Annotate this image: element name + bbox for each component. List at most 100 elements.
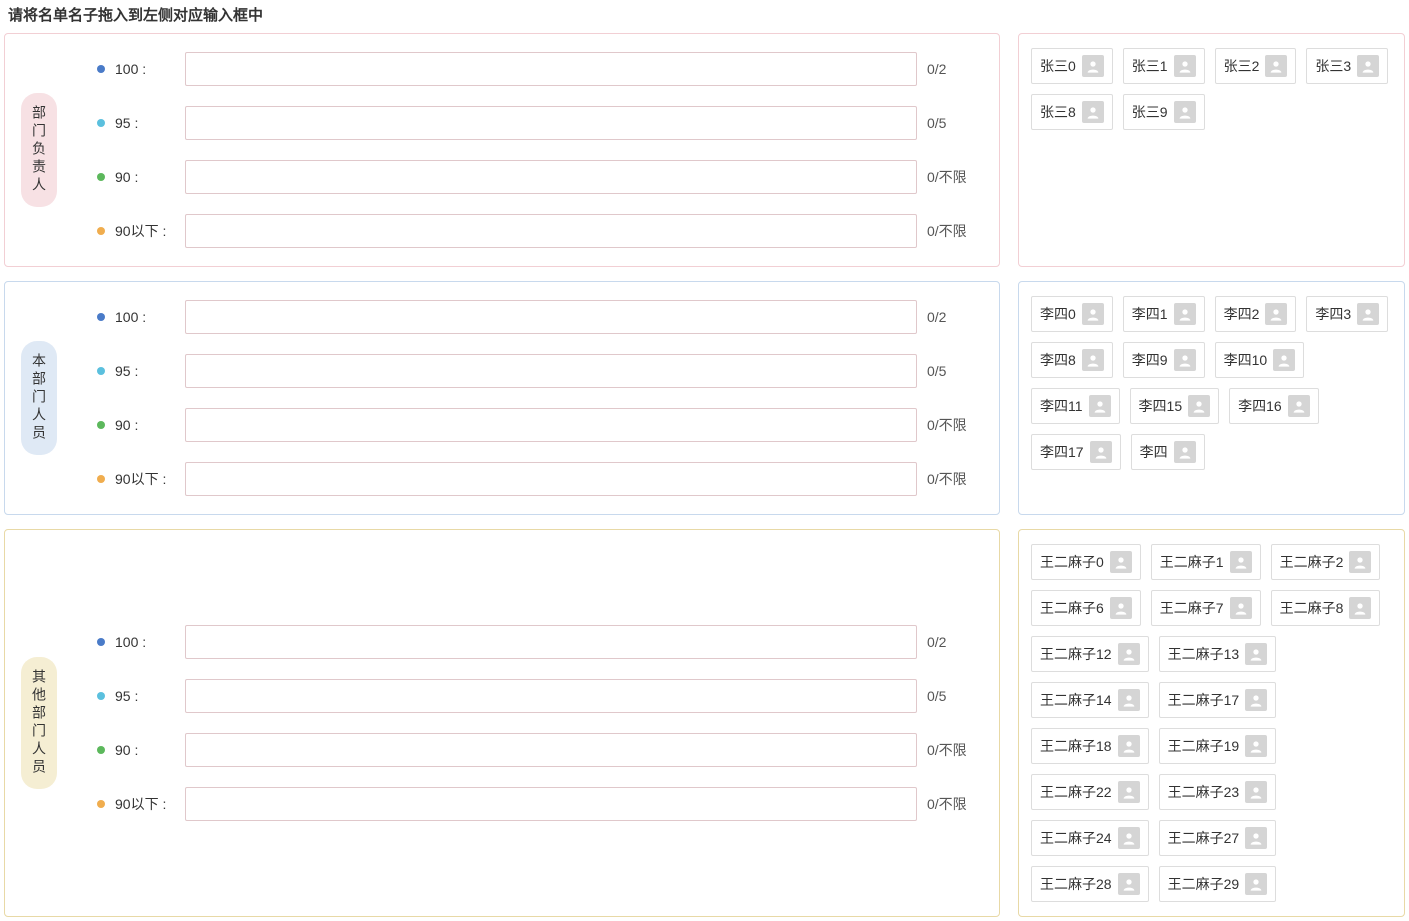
person-name: 李四2: [1224, 304, 1260, 324]
person-chip[interactable]: 王二麻子14: [1031, 682, 1149, 718]
counter: 0/5: [927, 115, 983, 131]
person-chip[interactable]: 王二麻子17: [1159, 682, 1277, 718]
avatar-icon: [1110, 597, 1132, 619]
score-label: 90 :: [115, 417, 175, 433]
score-label: 90 :: [115, 169, 175, 185]
avatar-icon: [1174, 101, 1196, 123]
person-chip[interactable]: 王二麻子28: [1031, 866, 1149, 902]
avatar-icon: [1230, 597, 1252, 619]
person-chip[interactable]: 张三9: [1123, 94, 1205, 130]
drop-zone[interactable]: [185, 354, 917, 388]
person-chip[interactable]: 张三1: [1123, 48, 1205, 84]
score-label: 100 :: [115, 309, 175, 325]
score-row: 95 :0/5: [97, 679, 983, 713]
score-row: 100 :0/2: [97, 52, 983, 86]
dot-icon: [97, 692, 105, 700]
drop-zone[interactable]: [185, 462, 917, 496]
score-label: 90以下 :: [115, 221, 175, 241]
drop-panel: 其他部门人员 100 :0/2 95 :0/5 90 :0/不限 90以下 : 0/不限: [4, 529, 1000, 917]
person-chip[interactable]: 张三8: [1031, 94, 1113, 130]
counter: 0/5: [927, 363, 983, 379]
drop-zone[interactable]: [185, 408, 917, 442]
person-name: 李四15: [1139, 396, 1183, 416]
score-row: 100 :0/2: [97, 625, 983, 659]
person-chip[interactable]: 王二麻子13: [1159, 636, 1277, 672]
score-row: 95 :0/5: [97, 354, 983, 388]
person-chip[interactable]: 王二麻子6: [1031, 590, 1141, 626]
counter: 0/2: [927, 61, 983, 77]
person-chip[interactable]: 李四16: [1229, 388, 1319, 424]
counter: 0/不限: [927, 794, 983, 814]
dot-icon: [97, 227, 105, 235]
score-row: 90以下 : 0/不限: [97, 787, 983, 821]
section-label: 本部门人员: [21, 341, 57, 455]
drop-zone[interactable]: [185, 52, 917, 86]
person-chip[interactable]: 王二麻子27: [1159, 820, 1277, 856]
avatar-icon: [1188, 395, 1210, 417]
main-container: 部门负责人100 :0/295 :0/590 :0/不限90以下 :0/不限张三…: [4, 33, 1405, 917]
person-chip[interactable]: 王二麻子2: [1271, 544, 1381, 580]
person-chip[interactable]: 张三0: [1031, 48, 1113, 84]
person-chip[interactable]: 王二麻子22: [1031, 774, 1149, 810]
people-pool: 李四0 李四1 李四2 李四3 李四8 李四9 李四10 李四11 李四15 李四16 李四17 李四: [1018, 281, 1405, 515]
score-row: 90以下 :0/不限: [97, 214, 983, 248]
score-row: 90 :0/不限: [97, 408, 983, 442]
person-chip[interactable]: 李四17: [1031, 434, 1121, 470]
avatar-icon: [1118, 873, 1140, 895]
drop-zone[interactable]: [185, 300, 917, 334]
person-chip[interactable]: 李四1: [1123, 296, 1205, 332]
drop-zone[interactable]: [185, 160, 917, 194]
dot-icon: [97, 746, 105, 754]
person-chip[interactable]: 王二麻子18: [1031, 728, 1149, 764]
person-chip[interactable]: 李四3: [1306, 296, 1388, 332]
person-chip[interactable]: 张三2: [1215, 48, 1297, 84]
person-chip[interactable]: 李四9: [1123, 342, 1205, 378]
person-name: 李四10: [1224, 350, 1268, 370]
person-chip[interactable]: 李四10: [1215, 342, 1305, 378]
score-label: 90以下 :: [115, 794, 175, 814]
avatar-icon: [1118, 781, 1140, 803]
avatar-icon: [1357, 303, 1379, 325]
person-chip[interactable]: 王二麻子1: [1151, 544, 1261, 580]
avatar-icon: [1118, 827, 1140, 849]
page-title: 请将名单名子拖入到左侧对应输入框中: [4, 4, 1405, 25]
score-label: 100 :: [115, 634, 175, 650]
person-chip[interactable]: 王二麻子12: [1031, 636, 1149, 672]
person-name: 张三0: [1040, 56, 1076, 76]
person-chip[interactable]: 王二麻子19: [1159, 728, 1277, 764]
person-chip[interactable]: 王二麻子29: [1159, 866, 1277, 902]
avatar-icon: [1089, 395, 1111, 417]
person-chip[interactable]: 王二麻子8: [1271, 590, 1381, 626]
avatar-icon: [1273, 349, 1295, 371]
avatar-icon: [1245, 689, 1267, 711]
score-row: 90 :0/不限: [97, 733, 983, 767]
drop-zone[interactable]: [185, 106, 917, 140]
person-name: 王二麻子28: [1040, 874, 1112, 894]
person-chip[interactable]: 李四: [1131, 434, 1205, 470]
person-name: 王二麻子13: [1168, 644, 1240, 664]
person-chip[interactable]: 李四11: [1031, 388, 1120, 424]
drop-zone[interactable]: [185, 214, 917, 248]
avatar-icon: [1118, 643, 1140, 665]
score-row: 95 :0/5: [97, 106, 983, 140]
section-label: 其他部门人员: [21, 657, 57, 789]
counter: 0/不限: [927, 167, 983, 187]
avatar-icon: [1288, 395, 1310, 417]
avatar-icon: [1245, 873, 1267, 895]
drop-zone[interactable]: [185, 679, 917, 713]
drop-zone[interactable]: [185, 787, 917, 821]
drop-zone[interactable]: [185, 625, 917, 659]
person-chip[interactable]: 王二麻子23: [1159, 774, 1277, 810]
person-chip[interactable]: 李四0: [1031, 296, 1113, 332]
person-chip[interactable]: 王二麻子0: [1031, 544, 1141, 580]
dot-icon: [97, 65, 105, 73]
person-chip[interactable]: 李四15: [1130, 388, 1220, 424]
person-chip[interactable]: 王二麻子7: [1151, 590, 1261, 626]
person-chip[interactable]: 王二麻子24: [1031, 820, 1149, 856]
person-name: 王二麻子8: [1280, 598, 1344, 618]
person-chip[interactable]: 李四2: [1215, 296, 1297, 332]
person-chip[interactable]: 张三3: [1306, 48, 1388, 84]
person-chip[interactable]: 李四8: [1031, 342, 1113, 378]
avatar-icon: [1230, 551, 1252, 573]
drop-zone[interactable]: [185, 733, 917, 767]
